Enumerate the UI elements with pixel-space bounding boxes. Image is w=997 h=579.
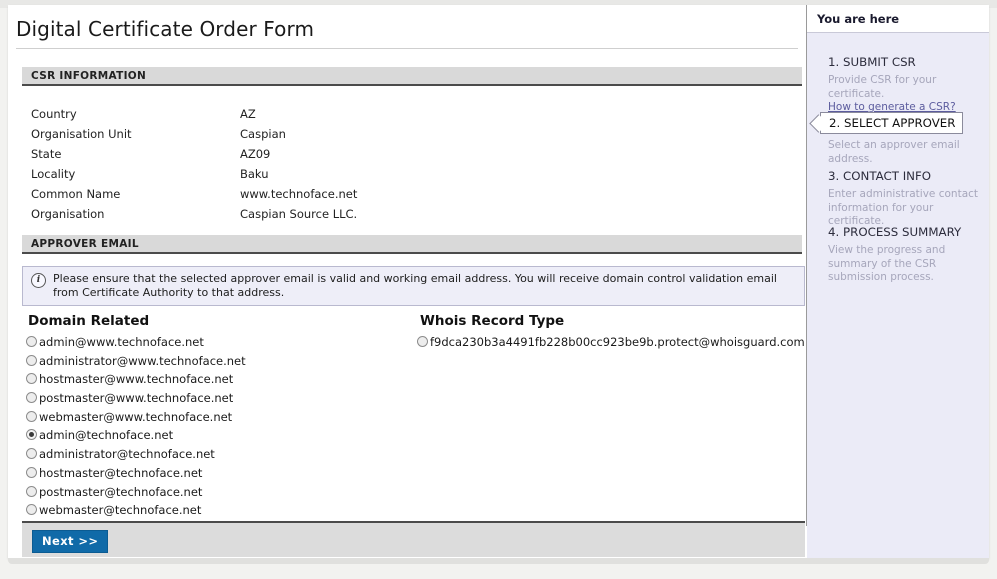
radio-label: admin@technoface.net <box>39 428 174 443</box>
radio-domain-3[interactable]: postmaster@www.technoface.net <box>26 389 246 408</box>
csr-label: Common Name <box>31 187 121 201</box>
table-row: State AZ09 <box>31 144 357 164</box>
sidebar-header: You are here <box>807 5 989 33</box>
step-description: Enter administrative contact information… <box>828 188 979 227</box>
step-description: Provide CSR for your certificate. How to… <box>807 74 986 115</box>
csr-value: Baku <box>240 167 269 181</box>
radio-label: administrator@technoface.net <box>39 447 215 462</box>
approver-notice: i Please ensure that the selected approv… <box>22 266 805 306</box>
radio-label: f9dca230b3a4491fb228b00cc923be9b.protect… <box>430 335 805 349</box>
csr-value: www.technoface.net <box>240 187 358 201</box>
radio-domain-8[interactable]: postmaster@technoface.net <box>26 483 246 502</box>
csr-label: Locality <box>31 167 76 181</box>
step-title: 3. CONTACT INFO <box>828 169 932 183</box>
radio-circle-icon <box>26 373 37 385</box>
radio-circle-icon <box>26 466 37 478</box>
radio-whois-0[interactable]: f9dca230b3a4491fb228b00cc923be9b.protect… <box>417 333 805 352</box>
app-window: Digital Certificate Order Form CSR INFOR… <box>0 0 997 579</box>
main-content: Digital Certificate Order Form CSR INFOR… <box>8 5 807 560</box>
section-header-csr: CSR INFORMATION <box>22 67 802 86</box>
radio-domain-7[interactable]: hostmaster@technoface.net <box>26 464 246 483</box>
step-title: 2. SELECT APPROVER <box>820 112 963 134</box>
radio-label: hostmaster@www.technoface.net <box>39 372 234 387</box>
table-row: Country AZ <box>31 104 357 124</box>
table-row: Common Name www.technoface.net <box>31 184 357 204</box>
title-divider <box>16 48 798 49</box>
next-button[interactable]: Next >> <box>32 530 109 553</box>
csr-label: Country <box>31 107 77 121</box>
radio-circle-icon <box>26 410 37 422</box>
radio-domain-6[interactable]: administrator@technoface.net <box>26 445 246 464</box>
whois-radio-group[interactable]: f9dca230b3a4491fb228b00cc923be9b.protect… <box>417 333 805 352</box>
sidebar-item-process-summary[interactable]: 4. PROCESS SUMMARY View the progress and… <box>807 225 989 285</box>
radio-circle-icon <box>26 392 37 404</box>
radio-label: webmaster@www.technoface.net <box>39 409 233 424</box>
radio-domain-9[interactable]: webmaster@technoface.net <box>26 501 246 520</box>
page-title: Digital Certificate Order Form <box>16 17 315 41</box>
step-description: Select an approver email address. <box>828 139 960 165</box>
radio-label: postmaster@technoface.net <box>39 484 203 499</box>
sidebar-item-contact-info[interactable]: 3. CONTACT INFO Enter administrative con… <box>807 169 989 229</box>
whois-record-type-heading: Whois Record Type <box>420 313 565 329</box>
radio-circle-icon <box>26 448 37 460</box>
step-title: 1. SUBMIT CSR <box>828 55 916 69</box>
radio-domain-1[interactable]: administrator@www.technoface.net <box>26 352 246 371</box>
csr-label: State <box>31 147 62 161</box>
table-row: Locality Baku <box>31 164 357 184</box>
radio-circle-icon <box>26 354 37 366</box>
radio-label: admin@www.technoface.net <box>39 335 204 349</box>
page-shell: Digital Certificate Order Form CSR INFOR… <box>8 5 989 560</box>
sidebar-item-select-approver[interactable]: 2. SELECT APPROVER Select an approver em… <box>807 112 989 166</box>
csr-value: Caspian Source LLC. <box>240 207 358 221</box>
step-title: 4. PROCESS SUMMARY <box>828 225 962 239</box>
radio-label: hostmaster@technoface.net <box>39 465 203 480</box>
csr-value: AZ <box>240 107 256 121</box>
section-header-csr-label: CSR INFORMATION <box>31 70 147 82</box>
domain-related-heading: Domain Related <box>28 313 150 329</box>
radio-label: webmaster@technoface.net <box>39 503 202 518</box>
sidebar: You are here 1. SUBMIT CSR Provide CSR f… <box>807 5 989 560</box>
info-icon: i <box>31 273 46 288</box>
radio-circle-icon <box>26 504 37 516</box>
radio-domain-5[interactable]: admin@technoface.net <box>26 426 246 445</box>
csr-label: Organisation <box>31 207 105 221</box>
sidebar-item-submit-csr[interactable]: 1. SUBMIT CSR Provide CSR for your certi… <box>807 55 989 115</box>
window-bottom-shadow <box>8 558 989 564</box>
table-row: Organisation Caspian Source LLC. <box>31 204 357 224</box>
sidebar-footer-spacer <box>807 526 989 560</box>
section-header-approver: APPROVER EMAIL <box>22 235 802 254</box>
table-row: Organisation Unit Caspian <box>31 124 357 144</box>
domain-related-radio-group[interactable]: admin@www.technoface.net administrator@w… <box>26 333 246 520</box>
radio-circle-icon <box>26 336 37 347</box>
csr-value: AZ09 <box>240 147 271 161</box>
radio-domain-2[interactable]: hostmaster@www.technoface.net <box>26 370 246 389</box>
sidebar-title: You are here <box>817 12 900 26</box>
radio-circle-icon <box>417 336 428 347</box>
radio-circle-icon <box>26 429 37 441</box>
step-description: View the progress and summary of the CSR… <box>828 244 946 283</box>
step-description-text: Provide CSR for your certificate. <box>828 74 937 100</box>
sidebar-steps: 1. SUBMIT CSR Provide CSR for your certi… <box>807 33 989 526</box>
radio-label: postmaster@www.technoface.net <box>39 391 234 406</box>
csr-information-table: Country AZ Organisation Unit Caspian State… <box>31 104 357 224</box>
form-footer: Next >> <box>22 521 805 557</box>
section-header-approver-label: APPROVER EMAIL <box>31 238 139 250</box>
radio-domain-4[interactable]: webmaster@www.technoface.net <box>26 408 246 427</box>
csr-label: Organisation Unit <box>31 127 132 141</box>
csr-value: Caspian <box>240 127 286 141</box>
radio-circle-icon <box>26 485 37 497</box>
radio-label: administrator@www.technoface.net <box>39 353 246 368</box>
approver-notice-text: Please ensure that the selected approver… <box>53 272 777 299</box>
radio-domain-0[interactable]: admin@www.technoface.net <box>26 333 246 352</box>
